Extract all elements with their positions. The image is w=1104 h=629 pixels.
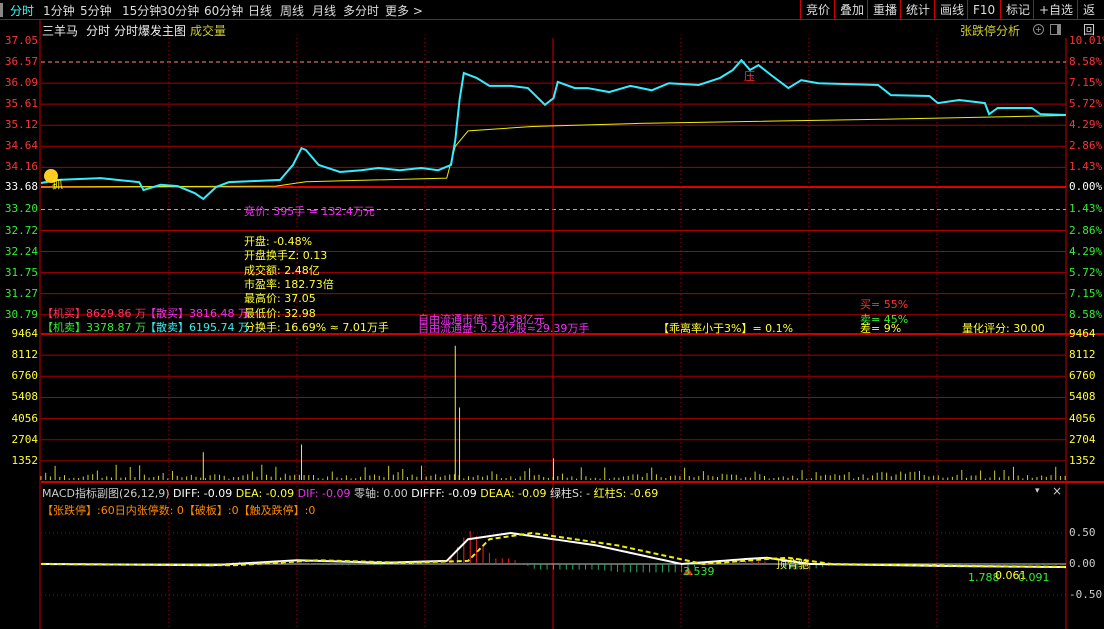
macd-tick: 0.50 bbox=[1069, 526, 1096, 539]
macd-title: MACD指标副图(26,12,9) bbox=[42, 487, 170, 500]
price-tick: 33.20 bbox=[4, 202, 38, 216]
macd-difff: DIFFF: -0.09 bbox=[411, 487, 477, 500]
macd-green: 绿柱S: - bbox=[549, 487, 591, 500]
macd-label-e: 0.091 bbox=[1018, 571, 1050, 584]
volume-tick: 1352 bbox=[1069, 453, 1096, 467]
percent-tick: 2.86% bbox=[1069, 223, 1103, 237]
diff-ratio: 差= 9% bbox=[860, 322, 902, 335]
auction-info: 竞价: 395手 = 132.4万元 bbox=[244, 205, 375, 218]
turnover: 分换手: 16.69% ≈ 7.01万手 bbox=[244, 321, 389, 334]
volume-tick: 4056 bbox=[11, 411, 39, 425]
volume-tick: 5408 bbox=[1069, 390, 1096, 404]
macd-header: MACD指标副图(26,12,9) DIFF: -0.09 DEA: -0.09… bbox=[42, 485, 658, 501]
volume-tick: 8112 bbox=[11, 348, 39, 362]
percent-tick: 8.58% bbox=[1069, 55, 1103, 69]
percent-tick: 7.15% bbox=[1069, 286, 1103, 300]
quant-score: 量化评分: 30.00 bbox=[962, 322, 1045, 335]
macd-dea: DEA: -0.09 bbox=[235, 487, 295, 500]
percent-tick: 4.29% bbox=[1069, 118, 1103, 132]
volume-tick: 9464 bbox=[1069, 327, 1096, 340]
price-tick: 31.75 bbox=[4, 265, 38, 279]
volume-tick: 1352 bbox=[11, 453, 39, 467]
price-tick: 34.16 bbox=[4, 160, 38, 174]
macd-tick: -0.50 bbox=[1069, 588, 1103, 601]
macd-label-a: 3.539 bbox=[683, 565, 715, 578]
volume-tick: 4056 bbox=[1069, 411, 1096, 425]
float-shares: 自由流通盘: 0.29亿股≈29.39万手 bbox=[418, 322, 590, 335]
percent-tick: 1.43% bbox=[1069, 160, 1103, 174]
inst-sell: 【机卖】3378.87 万 bbox=[42, 321, 146, 334]
limit-stats: 【张跌停】:60日内张停数: 0【破板】:0【触及跌停】:0 bbox=[42, 504, 316, 517]
volume-tick: 9464 bbox=[11, 327, 39, 340]
close-icon[interactable]: × bbox=[1052, 484, 1062, 498]
percent-tick: 5.72% bbox=[1069, 265, 1103, 279]
macd-dif: DIF: -0.09 bbox=[297, 487, 351, 500]
price-tick: 36.09 bbox=[4, 76, 38, 90]
price-tick: 33.68 bbox=[4, 180, 38, 193]
pressure-marker: 压 bbox=[744, 70, 755, 83]
volume-tick: 2704 bbox=[1069, 432, 1096, 446]
percent-tick: 10.01% bbox=[1069, 34, 1104, 47]
percent-tick: 4.29% bbox=[1069, 244, 1103, 258]
macd-menu-icon[interactable]: ▾ bbox=[1035, 486, 1040, 496]
volume-tick: 6760 bbox=[1069, 369, 1096, 383]
grab-marker: 抓 bbox=[52, 178, 63, 191]
macd-red: 红柱S: -0.69 bbox=[593, 487, 659, 500]
macd-deaa: DEAA: -0.09 bbox=[480, 487, 547, 500]
price-tick: 30.79 bbox=[4, 307, 38, 321]
macd-label-b: 顶背驰 bbox=[776, 558, 809, 571]
percent-tick: 7.15% bbox=[1069, 76, 1103, 90]
price-tick: 35.61 bbox=[4, 97, 38, 111]
macd-tick: 0.00 bbox=[1069, 557, 1096, 570]
volume-tick: 5408 bbox=[11, 390, 39, 404]
price-tick: 37.05 bbox=[4, 34, 38, 47]
percent-tick: 5.72% bbox=[1069, 97, 1103, 111]
price-tick: 35.12 bbox=[4, 118, 38, 132]
price-tick: 34.64 bbox=[4, 139, 38, 153]
bias-rate: 【乖离率小于3%】= 0.1% bbox=[658, 322, 794, 335]
volume-tick: 6760 bbox=[11, 369, 39, 383]
percent-tick: 1.43% bbox=[1069, 202, 1103, 216]
percent-tick: 2.86% bbox=[1069, 139, 1103, 153]
price-tick: 31.27 bbox=[4, 286, 38, 300]
macd-zero: 零轴: 0.00 bbox=[354, 487, 408, 500]
retail-sell: 【散卖】6195.74 万 bbox=[145, 321, 249, 334]
volume-tick: 2704 bbox=[11, 432, 39, 446]
macd-diff: DIFF: -0.09 bbox=[173, 487, 233, 500]
percent-tick: 8.58% bbox=[1069, 307, 1103, 321]
buy-ratio: 买= 55% bbox=[860, 298, 909, 311]
price-tick: 32.72 bbox=[4, 223, 38, 237]
high-price: 最高价: 37.05 bbox=[244, 292, 316, 305]
volume-tick: 8112 bbox=[1069, 348, 1096, 362]
price-tick: 36.57 bbox=[4, 55, 38, 69]
price-tick: 32.24 bbox=[4, 244, 38, 258]
open-turnover: 开盘换手Z: 0.13 bbox=[244, 249, 328, 262]
percent-tick: 0.00% bbox=[1069, 180, 1103, 193]
